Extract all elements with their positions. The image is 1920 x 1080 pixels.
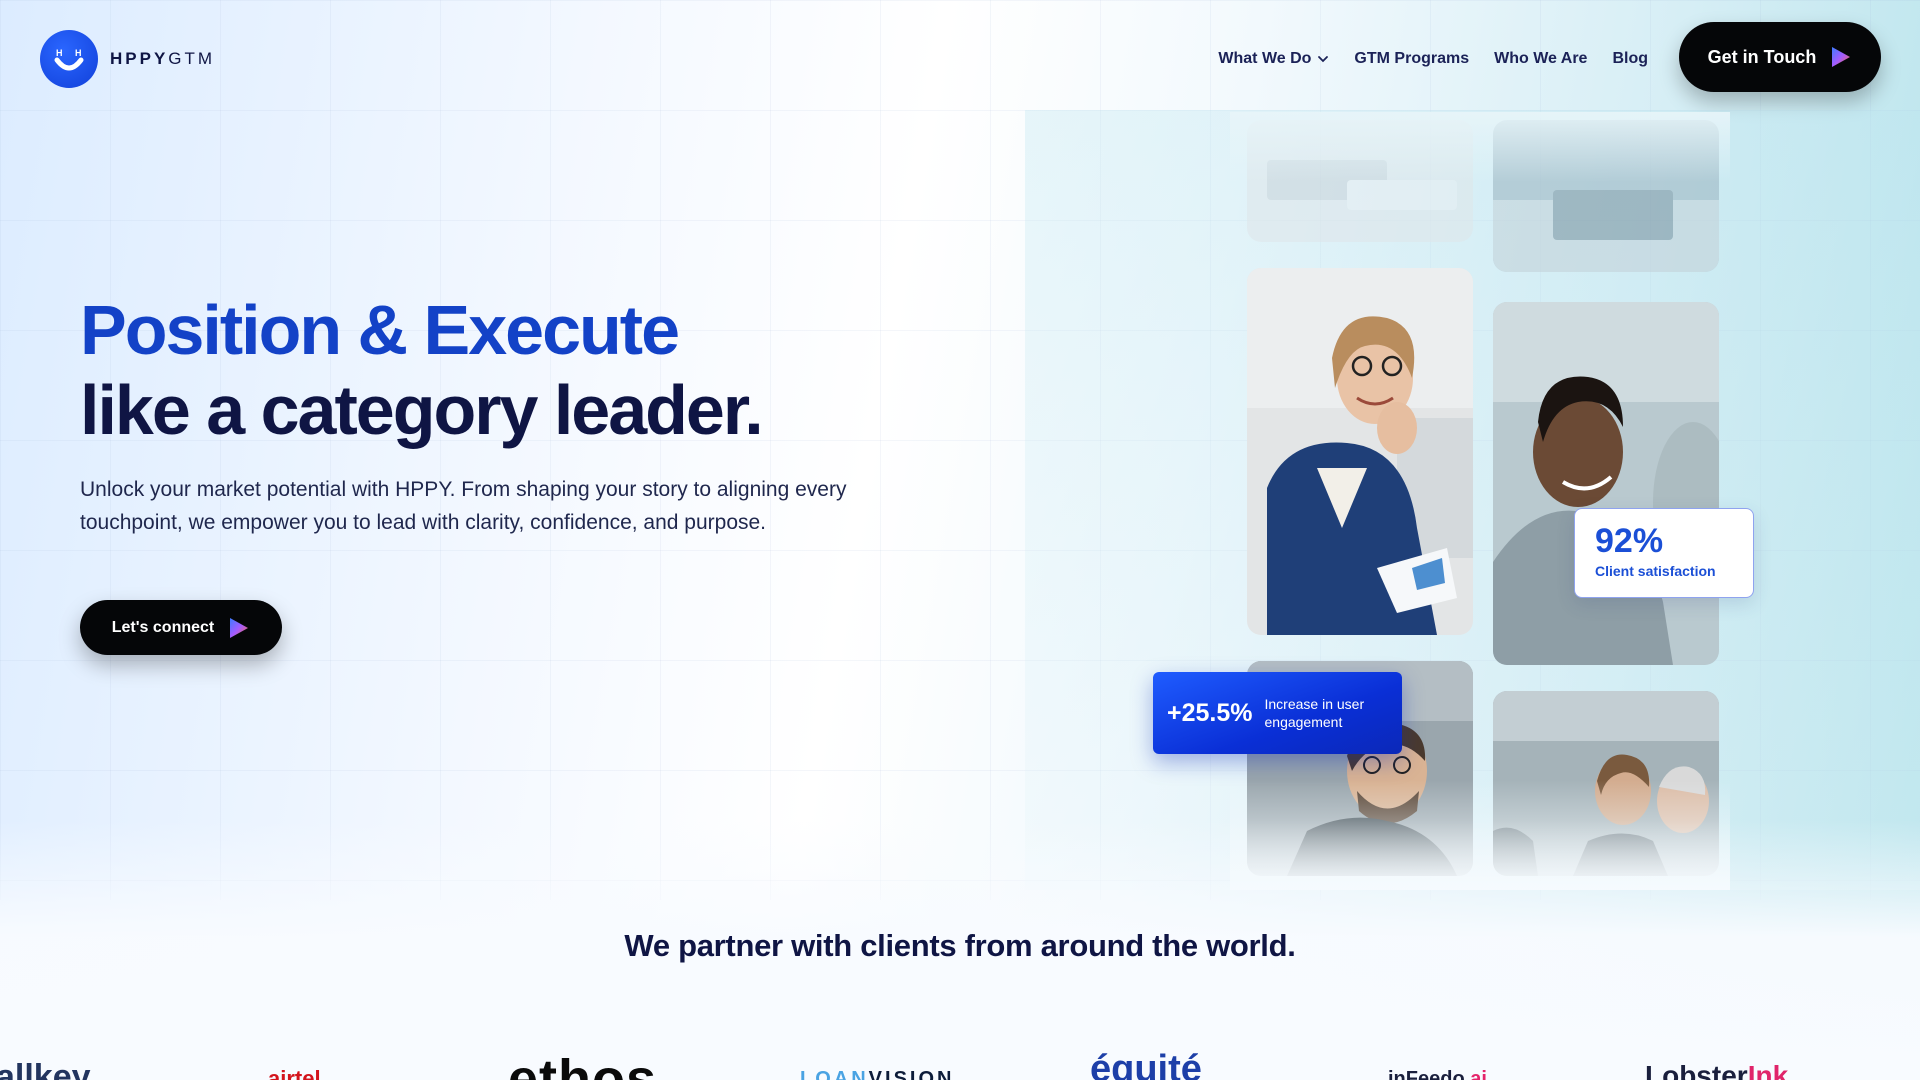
nav-who-we-are[interactable]: Who We Are — [1494, 50, 1587, 68]
client-logo-airtel: airtel — [268, 1066, 321, 1080]
client-satisfaction-card: 92% Client satisfaction — [1574, 508, 1754, 598]
get-in-touch-button[interactable]: Get in Touch — [1679, 22, 1881, 92]
main-nav: What We Do GTM Programs Who We Are Blog — [1218, 50, 1648, 68]
chevron-down-icon — [1318, 56, 1329, 63]
client-logo-infeedo: inFeedo.ai — [1388, 1068, 1487, 1080]
brand-logo[interactable]: H H HPPYGTM — [40, 30, 215, 88]
play-triangle-icon — [1832, 47, 1851, 67]
play-triangle-icon — [230, 617, 249, 638]
satisfaction-label: Client satisfaction — [1595, 563, 1716, 579]
svg-text:H: H — [56, 48, 63, 58]
nav-what-we-do-label: What We Do — [1218, 50, 1312, 67]
engagement-value: +25.5% — [1167, 698, 1253, 727]
engagement-card: +25.5% Increase in user engagement — [1153, 672, 1402, 754]
svg-text:H: H — [75, 48, 82, 58]
satisfaction-value: 92% — [1595, 522, 1664, 560]
client-logo-allkey: allkey — [0, 1058, 91, 1080]
client-logo-equite: équité — [1090, 1048, 1202, 1080]
photo-woman-smiling — [1247, 268, 1473, 635]
partners-heading: We partner with clients from around the … — [624, 928, 1296, 963]
hero-title: Position & Execute like a category leade… — [80, 290, 764, 450]
logo-text: HPPYGTM — [110, 49, 216, 68]
logo-smile-icon: H H — [40, 30, 98, 88]
collage-top-fade — [1230, 112, 1730, 182]
hero-title-line2: like a category leader. — [80, 371, 764, 449]
client-logo-ethos: ethos — [508, 1049, 658, 1080]
nav-blog[interactable]: Blog — [1612, 50, 1648, 68]
photo-man-laughing — [1493, 302, 1719, 665]
hero-subtitle: Unlock your market potential with HPPY. … — [80, 478, 847, 534]
lets-connect-label: Let's connect — [111, 618, 215, 636]
get-in-touch-label: Get in Touch — [1707, 46, 1817, 67]
nav-gtm-programs[interactable]: GTM Programs — [1354, 50, 1469, 68]
lets-connect-button[interactable]: Let's connect — [80, 600, 282, 655]
engagement-label: Increase in user engagement — [1264, 696, 1365, 730]
client-logo-lobsterink: LobsterInk — [1645, 1060, 1789, 1080]
nav-what-we-do[interactable]: What We Do — [1218, 50, 1329, 68]
hero-title-line1: Position & Execute — [80, 291, 680, 369]
client-logo-loanvision: LOANVISION — [800, 1068, 955, 1080]
client-logos-strip: allkey airtel ethos LOANVISION équité in… — [0, 1040, 1920, 1080]
